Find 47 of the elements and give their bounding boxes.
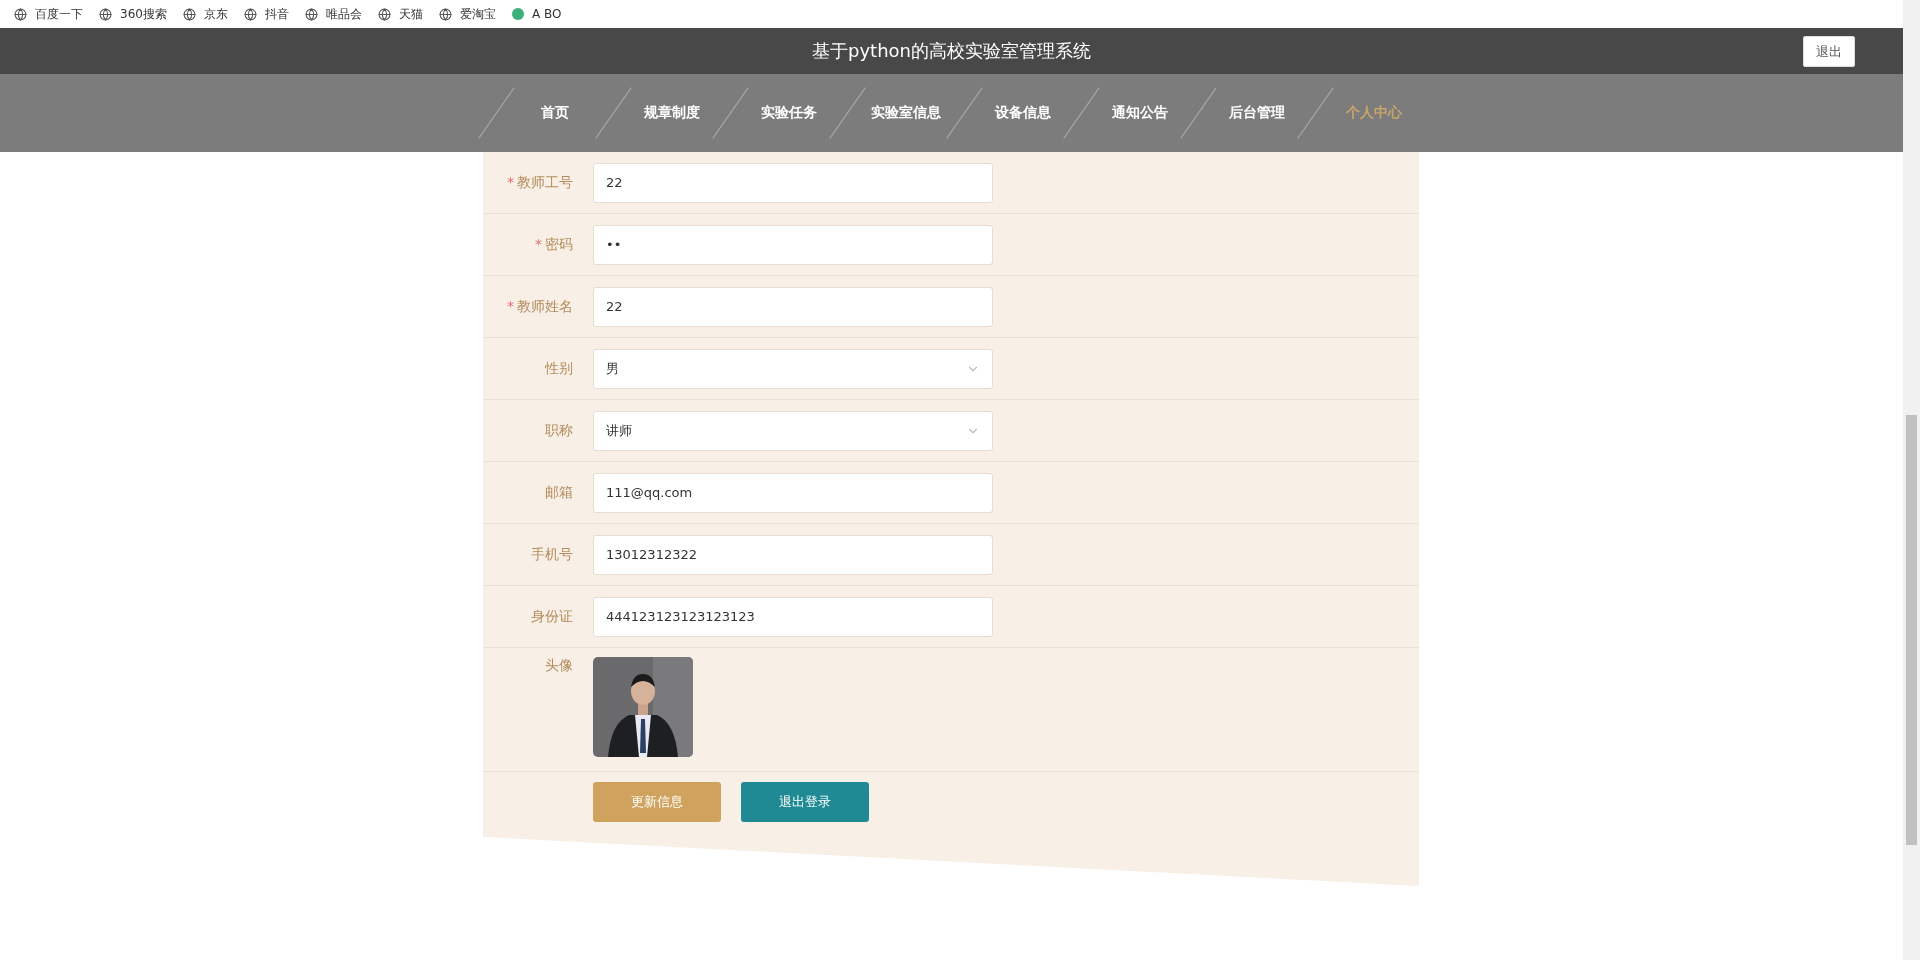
field-label: 邮箱 [545, 483, 573, 500]
field-label: 教师工号 [517, 173, 573, 190]
field-label: 头像 [545, 657, 573, 673]
nav-link[interactable]: 规章制度 [613, 104, 730, 122]
field-label: 职称 [545, 421, 573, 438]
globe-icon [14, 7, 27, 21]
select-field[interactable]: 男 [593, 348, 993, 389]
field-label: 教师姓名 [517, 297, 573, 314]
input-field[interactable]: •• [593, 224, 993, 265]
bookmark-icon [511, 8, 524, 20]
field-label: 手机号 [531, 545, 573, 562]
nav-link[interactable]: 通知公告 [1081, 104, 1198, 122]
logout-button[interactable]: 退出登录 [741, 782, 869, 822]
input-field[interactable]: 13012312322 [593, 534, 993, 575]
nav-link[interactable]: 后台管理 [1198, 104, 1315, 122]
nav-link[interactable]: 实验室信息 [847, 104, 964, 122]
bookmark[interactable]: 京东 [182, 5, 228, 23]
bookmark[interactable]: 百度一下 [14, 5, 83, 23]
field-label: 身份证 [531, 607, 573, 624]
input-field[interactable]: 111@qq.com [593, 472, 993, 513]
globe-icon [438, 7, 452, 21]
required-mark: * [507, 173, 514, 190]
required-mark: * [535, 235, 542, 252]
input-field[interactable]: 22 [593, 162, 993, 203]
input-field[interactable]: 444123123123123123 [593, 596, 993, 637]
globe-icon [377, 7, 391, 21]
nav-link[interactable]: 实验任务 [730, 104, 847, 122]
nav-link[interactable]: 设备信息 [964, 104, 1081, 122]
site-title: 基于python的高校实验室管理系统 [812, 39, 1091, 63]
bookmark[interactable]: 唯品会 [304, 5, 362, 23]
logout-button[interactable]: 退出 [1803, 36, 1855, 67]
select-field[interactable]: 讲师 [593, 410, 993, 451]
globe-icon [243, 7, 257, 21]
globe-icon [99, 7, 112, 21]
bookmark[interactable]: 抖音 [243, 5, 289, 23]
field-label: 性别 [545, 359, 573, 376]
bookmark[interactable]: 爱淘宝 [438, 5, 496, 23]
input-field[interactable]: 22 [593, 286, 993, 327]
scrollbar[interactable] [1903, 0, 1920, 960]
required-mark: * [507, 297, 514, 314]
nav-link[interactable]: 首页 [496, 104, 613, 122]
field-label: 密码 [545, 235, 573, 252]
bookmark[interactable]: 天猫 [377, 5, 423, 23]
bookmark[interactable]: A BO [511, 7, 562, 21]
globe-icon [304, 7, 318, 21]
globe-icon [182, 7, 196, 21]
bookmark[interactable]: 360搜索 [99, 5, 167, 23]
